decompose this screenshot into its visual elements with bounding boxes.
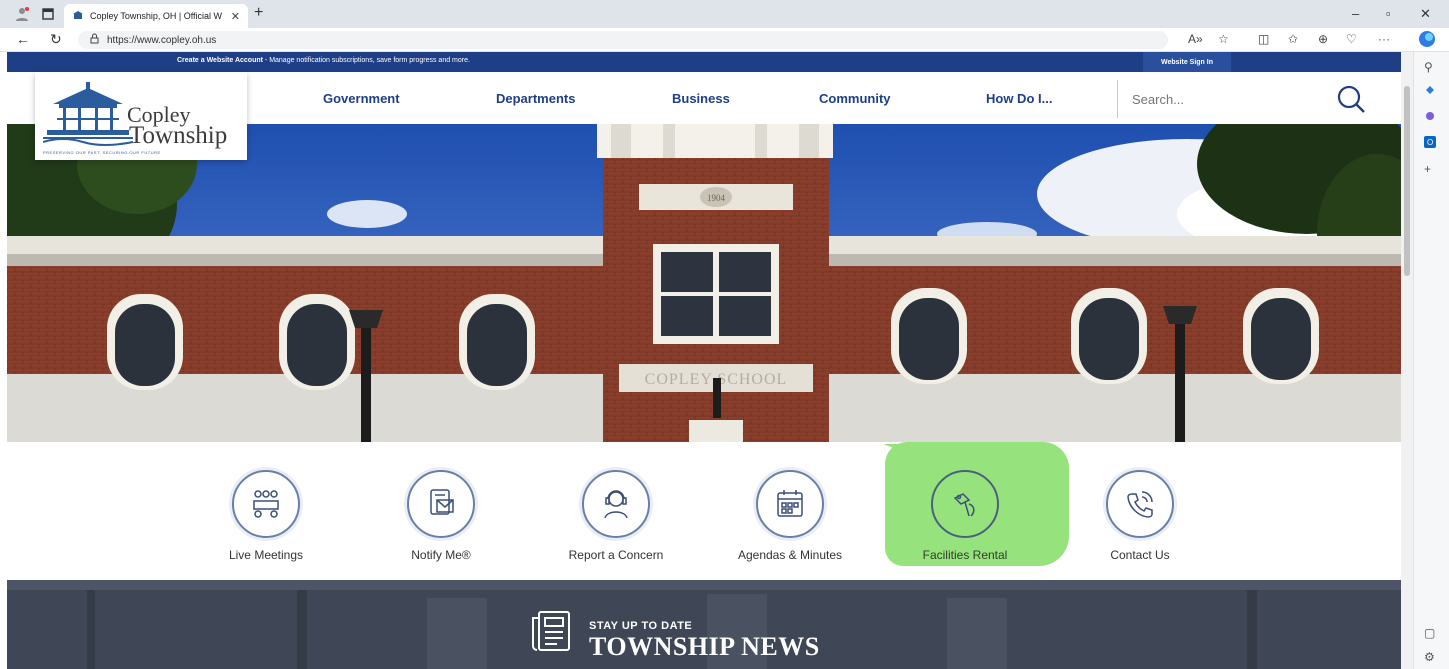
collections-icon[interactable]: ⊕ [1318,32,1328,46]
search-box [1117,80,1381,118]
split-screen-icon[interactable]: ◫ [1258,32,1269,46]
url-text: https://www.copley.oh.us [107,34,217,46]
nav-departments[interactable]: Departments [496,91,575,106]
tab-strip: Copley Township, OH | Official W ✕ + – ▫… [0,0,1449,28]
edge-sidebar: ⚲ O + ▢ ⚙ [1413,52,1449,669]
page-scrollbar[interactable] [1401,52,1413,669]
quick-link-label: Contact Us [1110,548,1170,562]
browser-tab[interactable]: Copley Township, OH | Official W ✕ [64,4,248,28]
township-logo[interactable]: Copley Township PRESERVING OUR PAST, SEC… [35,72,247,160]
meeting-icon [232,470,300,538]
close-tab-icon[interactable]: ✕ [231,10,240,23]
sidebar-add-icon[interactable]: + [1424,162,1431,176]
news-subtitle: STAY UP TO DATE [589,620,693,632]
account-message-text: - Manage notification subscriptions, sav… [262,57,470,64]
create-account-link[interactable]: Create a Website Account [177,57,263,64]
quick-links: Live Meetings Notify Me® Report a Concer… [7,442,1401,580]
nav-community[interactable]: Community [819,91,891,106]
extensions-icon[interactable]: ♡ [1346,32,1357,46]
sidebar-outlook-icon[interactable]: O [1424,136,1436,151]
read-aloud-icon[interactable]: A» [1188,32,1203,46]
restore-icon[interactable]: ▫ [1386,6,1391,21]
quick-link-label: Facilities Rental [922,548,1008,562]
nav-business[interactable]: Business [672,91,730,106]
minimize-icon[interactable]: – [1352,6,1359,21]
quick-link-notify-me[interactable]: Notify Me® [361,470,521,562]
quick-link-label: Notify Me® [411,548,471,562]
report-icon [582,470,650,538]
profile-icon[interactable] [14,6,30,22]
sign-in-button[interactable]: Website Sign In [1143,52,1231,72]
sidebar-shopping-icon[interactable] [1424,84,1436,99]
favorite-star-icon[interactable]: ☆ [1218,32,1229,46]
svg-text:O: O [1427,138,1433,147]
address-bar: ← ↻ https://www.copley.oh.us A» ☆ ◫ ✩ ⊕ … [0,28,1449,52]
account-bar: Create a Website Account - Manage notifi… [7,52,1401,72]
web-page: Create a Website Account - Manage notifi… [7,52,1401,669]
tab-title: Copley Township, OH | Official W [90,11,223,21]
lock-icon [90,33,99,47]
refresh-icon[interactable]: ↻ [50,31,62,48]
quick-link-agendas-minutes[interactable]: Agendas & Minutes [710,470,870,562]
phone-icon [1106,470,1174,538]
account-message: Create a Website Account - Manage notifi… [177,57,470,64]
nav-how-do-i[interactable]: How Do I... [986,91,1052,106]
quick-link-label: Report a Concern [568,548,664,562]
newspaper-icon [529,608,575,659]
quick-link-label: Agendas & Minutes [737,548,843,562]
sidebar-hide-icon[interactable]: ▢ [1424,626,1435,640]
nav-government[interactable]: Government [323,91,400,106]
favorites-icon[interactable]: ✩ [1288,32,1298,46]
scrollbar-thumb[interactable] [1404,86,1410,276]
quick-link-facilities-rental[interactable]: Facilities Rental [885,470,1045,562]
building-year-text: 1904 [707,193,726,203]
new-tab-icon[interactable]: + [254,4,263,22]
more-icon[interactable]: ··· [1378,32,1390,46]
gazebo-logo-icon [43,82,133,146]
sidebar-settings-icon[interactable]: ⚙ [1424,650,1435,664]
copley-school-photo: 1904 COPLEY SCHOOL [7,124,1401,442]
logo-text-township: Township [129,122,228,149]
notify-icon [407,470,475,538]
sidebar-tools-icon[interactable] [1424,110,1436,125]
url-field[interactable]: https://www.copley.oh.us [78,31,1168,49]
sidebar-search-icon[interactable]: ⚲ [1424,60,1433,74]
back-icon[interactable]: ← [16,31,30,47]
quick-link-label: Live Meetings [228,548,304,562]
key-icon [931,470,999,538]
copilot-icon[interactable] [1418,30,1436,51]
site-favicon [72,7,84,25]
hero-image: 1904 COPLEY SCHOOL [7,124,1401,442]
search-input[interactable] [1132,91,1322,107]
quick-link-contact-us[interactable]: Contact Us [1060,470,1220,562]
news-title: TOWNSHIP NEWS [589,632,820,661]
news-banner[interactable]: STAY UP TO DATE TOWNSHIP NEWS [7,580,1401,669]
browser-window: Copley Township, OH | Official W ✕ + – ▫… [0,0,1449,669]
logo-tagline: PRESERVING OUR PAST, SECURING OUR FUTURE [43,150,161,155]
quick-link-report-concern[interactable]: Report a Concern [536,470,696,562]
workspaces-icon[interactable] [40,6,56,22]
quick-link-live-meetings[interactable]: Live Meetings [186,470,346,562]
calendar-icon [756,470,824,538]
search-icon[interactable] [1336,84,1366,119]
close-window-icon[interactable]: ✕ [1420,6,1431,22]
